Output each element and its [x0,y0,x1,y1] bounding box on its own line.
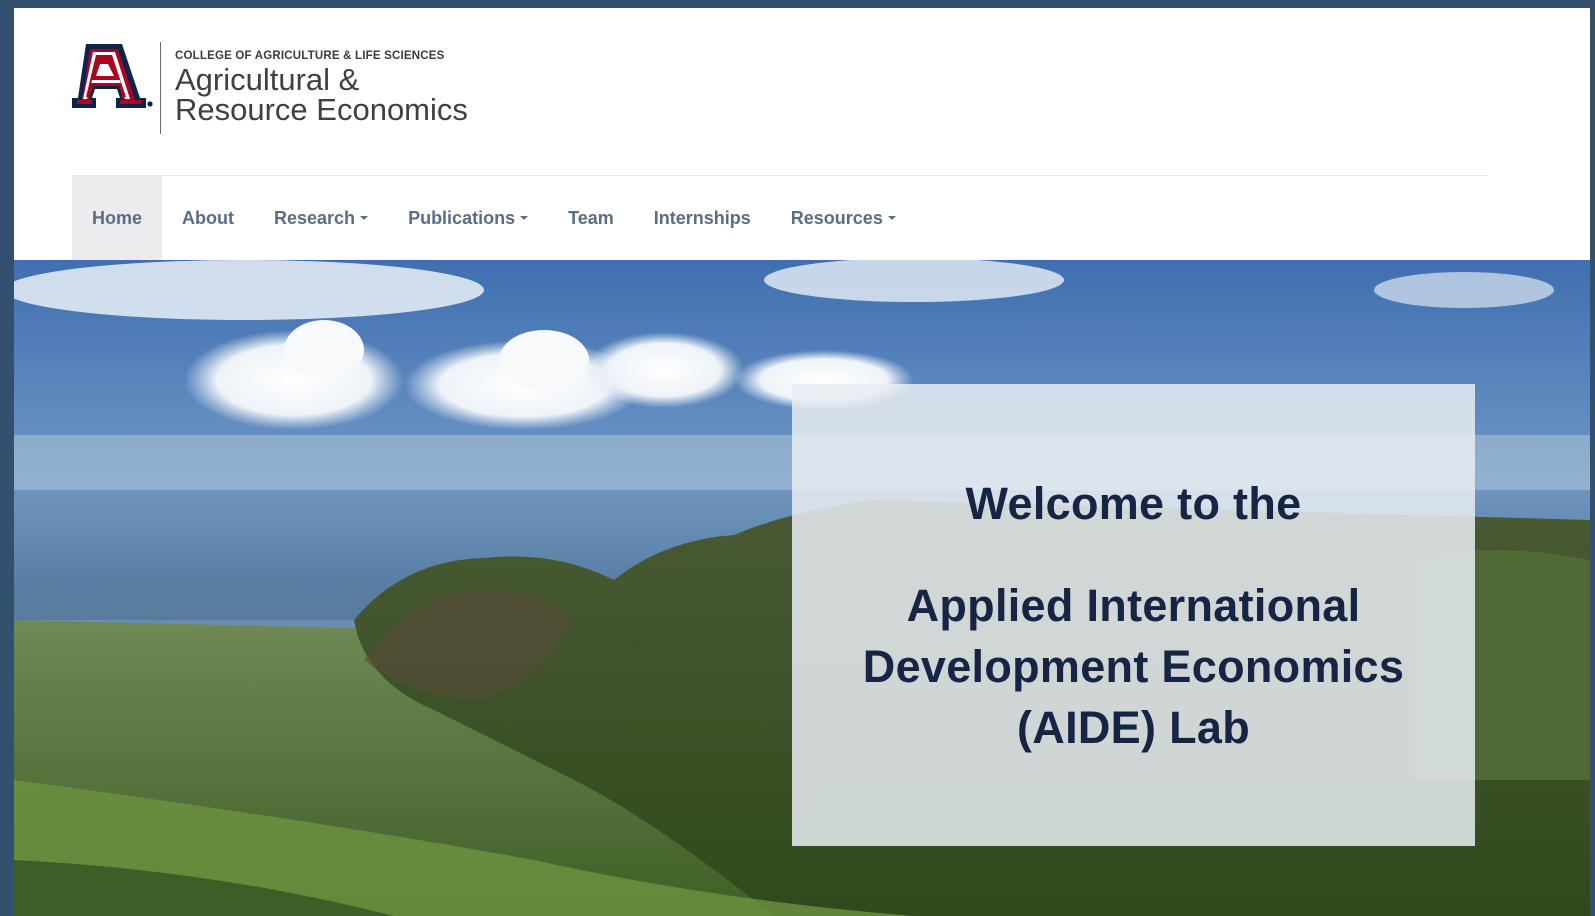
nav-label-research: Research [274,207,356,228]
browser-page: COLLEGE OF AGRICULTURE & LIFE SCIENCES A… [14,8,1590,916]
logo-divider [160,42,161,134]
site-logo[interactable]: COLLEGE OF AGRICULTURE & LIFE SCIENCES A… [72,42,468,134]
nav-item-team[interactable]: Team [548,176,634,260]
nav-item-about[interactable]: About [162,176,254,260]
university-a-logo-icon [72,42,154,112]
nav-label-internships: Internships [653,207,751,228]
logo-text: COLLEGE OF AGRICULTURE & LIFE SCIENCES A… [175,42,468,125]
nav-item-research[interactable]: Research [254,176,388,260]
site-header: COLLEGE OF AGRICULTURE & LIFE SCIENCES A… [14,8,1590,264]
welcome-panel: Welcome to the Applied International Dev… [792,384,1475,846]
department-name-line1: Agricultural & [175,62,360,97]
nav-label-publications: Publications [408,207,516,228]
lab-name-line1: Applied International [906,580,1361,631]
college-name: COLLEGE OF AGRICULTURE & LIFE SCIENCES [175,50,445,62]
hero-banner: Welcome to the Applied International Dev… [14,260,1590,916]
nav-item-resources[interactable]: Resources [771,176,916,260]
caret-down-icon [887,216,896,220]
nav-item-home[interactable]: Home [72,176,163,260]
nav-label-resources: Resources [790,207,883,228]
main-navigation: Home About Research Publications Team In… [72,175,1488,260]
nav-item-internships[interactable]: Internships [634,176,771,260]
nav-label-team: Team [568,207,614,228]
welcome-heading: Welcome to the [965,478,1302,529]
nav-label-about: About [182,207,234,228]
lab-name-line2: Development Economics [862,641,1405,692]
caret-down-icon [520,216,529,220]
lab-name-line3: (AIDE) Lab [1017,702,1250,753]
nav-label-home: Home [92,207,143,228]
nav-item-publications[interactable]: Publications [388,176,548,260]
caret-down-icon [360,216,369,220]
department-name-line2: Resource Economics [175,92,468,127]
